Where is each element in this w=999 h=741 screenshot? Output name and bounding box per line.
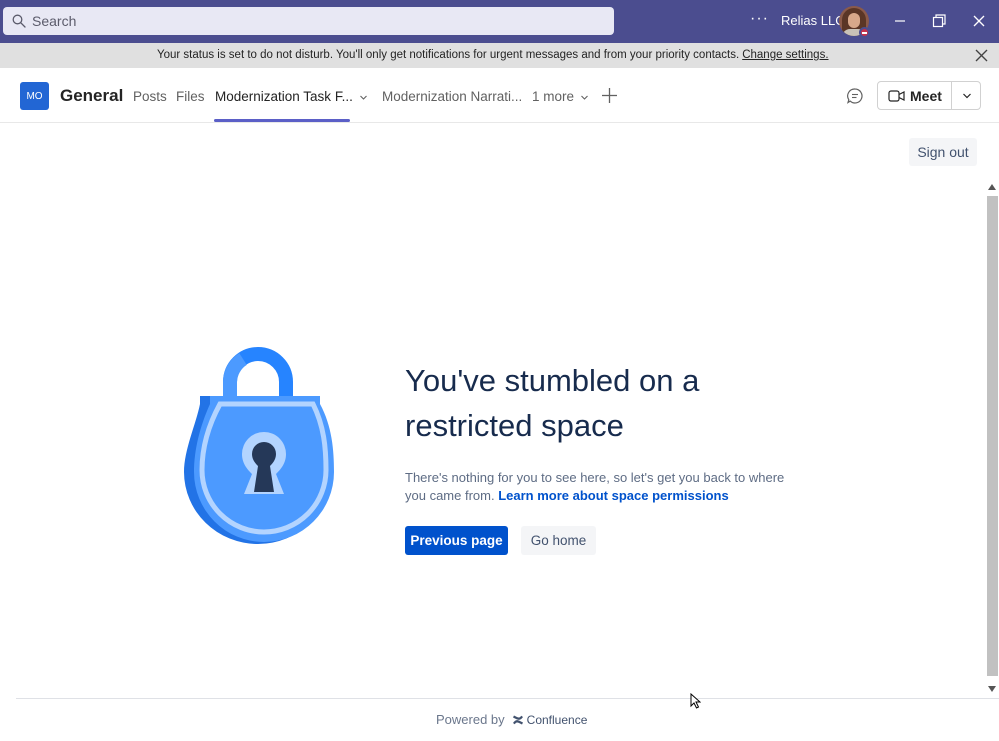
mouse-cursor-icon xyxy=(690,693,701,709)
chevron-down-icon[interactable] xyxy=(359,93,368,102)
sign-out-button[interactable]: Sign out xyxy=(909,138,977,166)
title-bar: Search ··· Relias LLC xyxy=(0,0,999,43)
presence-dnd-badge xyxy=(859,27,870,38)
team-avatar[interactable]: MO xyxy=(20,82,49,110)
chevron-down-icon[interactable] xyxy=(962,91,972,101)
scroll-up-arrow-icon[interactable] xyxy=(988,184,996,190)
banner-message-line: Your status is set to do not disturb. Yo… xyxy=(157,49,829,61)
scrollbar-thumb[interactable] xyxy=(987,196,998,676)
search-icon xyxy=(12,14,26,28)
tab-modernization-narrative[interactable]: Modernization Narrati... xyxy=(382,89,522,104)
scroll-down-arrow-icon[interactable] xyxy=(988,686,996,692)
learn-more-link[interactable]: Learn more about space permissions xyxy=(498,488,728,503)
active-tab-indicator xyxy=(214,119,350,122)
minimize-icon[interactable] xyxy=(891,12,909,30)
banner-message: Your status is set to do not disturb. Yo… xyxy=(157,49,740,61)
powered-by-text: Powered by xyxy=(436,712,505,727)
tab-modernization-task[interactable]: Modernization Task F... xyxy=(215,89,368,104)
add-tab-icon[interactable] xyxy=(601,87,618,104)
confluence-logo-icon xyxy=(512,715,523,724)
footer-divider xyxy=(16,698,999,699)
lock-icon xyxy=(184,347,334,544)
chevron-down-icon xyxy=(581,95,588,100)
dnd-banner: Your status is set to do not disturb. Yo… xyxy=(0,43,999,68)
close-icon[interactable] xyxy=(970,12,988,30)
tab-posts[interactable]: Posts xyxy=(133,89,167,104)
footer: Powered by Confluence xyxy=(436,712,587,727)
page-title: You've stumbled on a restricted space xyxy=(405,363,700,443)
org-name[interactable]: Relias LLC xyxy=(781,13,845,28)
tab-modernization-task-label: Modernization Task F... xyxy=(215,89,353,104)
more-options-button[interactable]: ··· xyxy=(750,10,769,28)
channel-header: MO General Posts Files Modernization Tas… xyxy=(0,68,999,123)
go-home-button[interactable]: Go home xyxy=(521,526,596,555)
meet-divider xyxy=(951,82,952,109)
channel-name: General xyxy=(60,86,124,105)
restore-icon[interactable] xyxy=(930,12,948,30)
previous-page-button[interactable]: Previous page xyxy=(405,526,508,555)
search-box[interactable]: Search xyxy=(3,7,614,35)
tab-more-label: 1 more xyxy=(532,89,575,104)
banner-close-icon[interactable] xyxy=(975,49,988,62)
tab-more[interactable]: 1 more xyxy=(532,89,589,104)
scrollbar[interactable] xyxy=(985,181,999,698)
chat-icon[interactable] xyxy=(846,87,864,105)
description: There's nothing for you to see here, so … xyxy=(405,469,795,505)
change-settings-link[interactable]: Change settings. xyxy=(742,49,828,61)
meet-button[interactable]: Meet xyxy=(877,81,981,110)
confluence-brand[interactable]: Confluence xyxy=(527,713,588,727)
video-camera-icon xyxy=(888,90,905,102)
search-placeholder: Search xyxy=(32,13,77,29)
tab-files[interactable]: Files xyxy=(176,89,205,104)
meet-label: Meet xyxy=(910,88,942,104)
